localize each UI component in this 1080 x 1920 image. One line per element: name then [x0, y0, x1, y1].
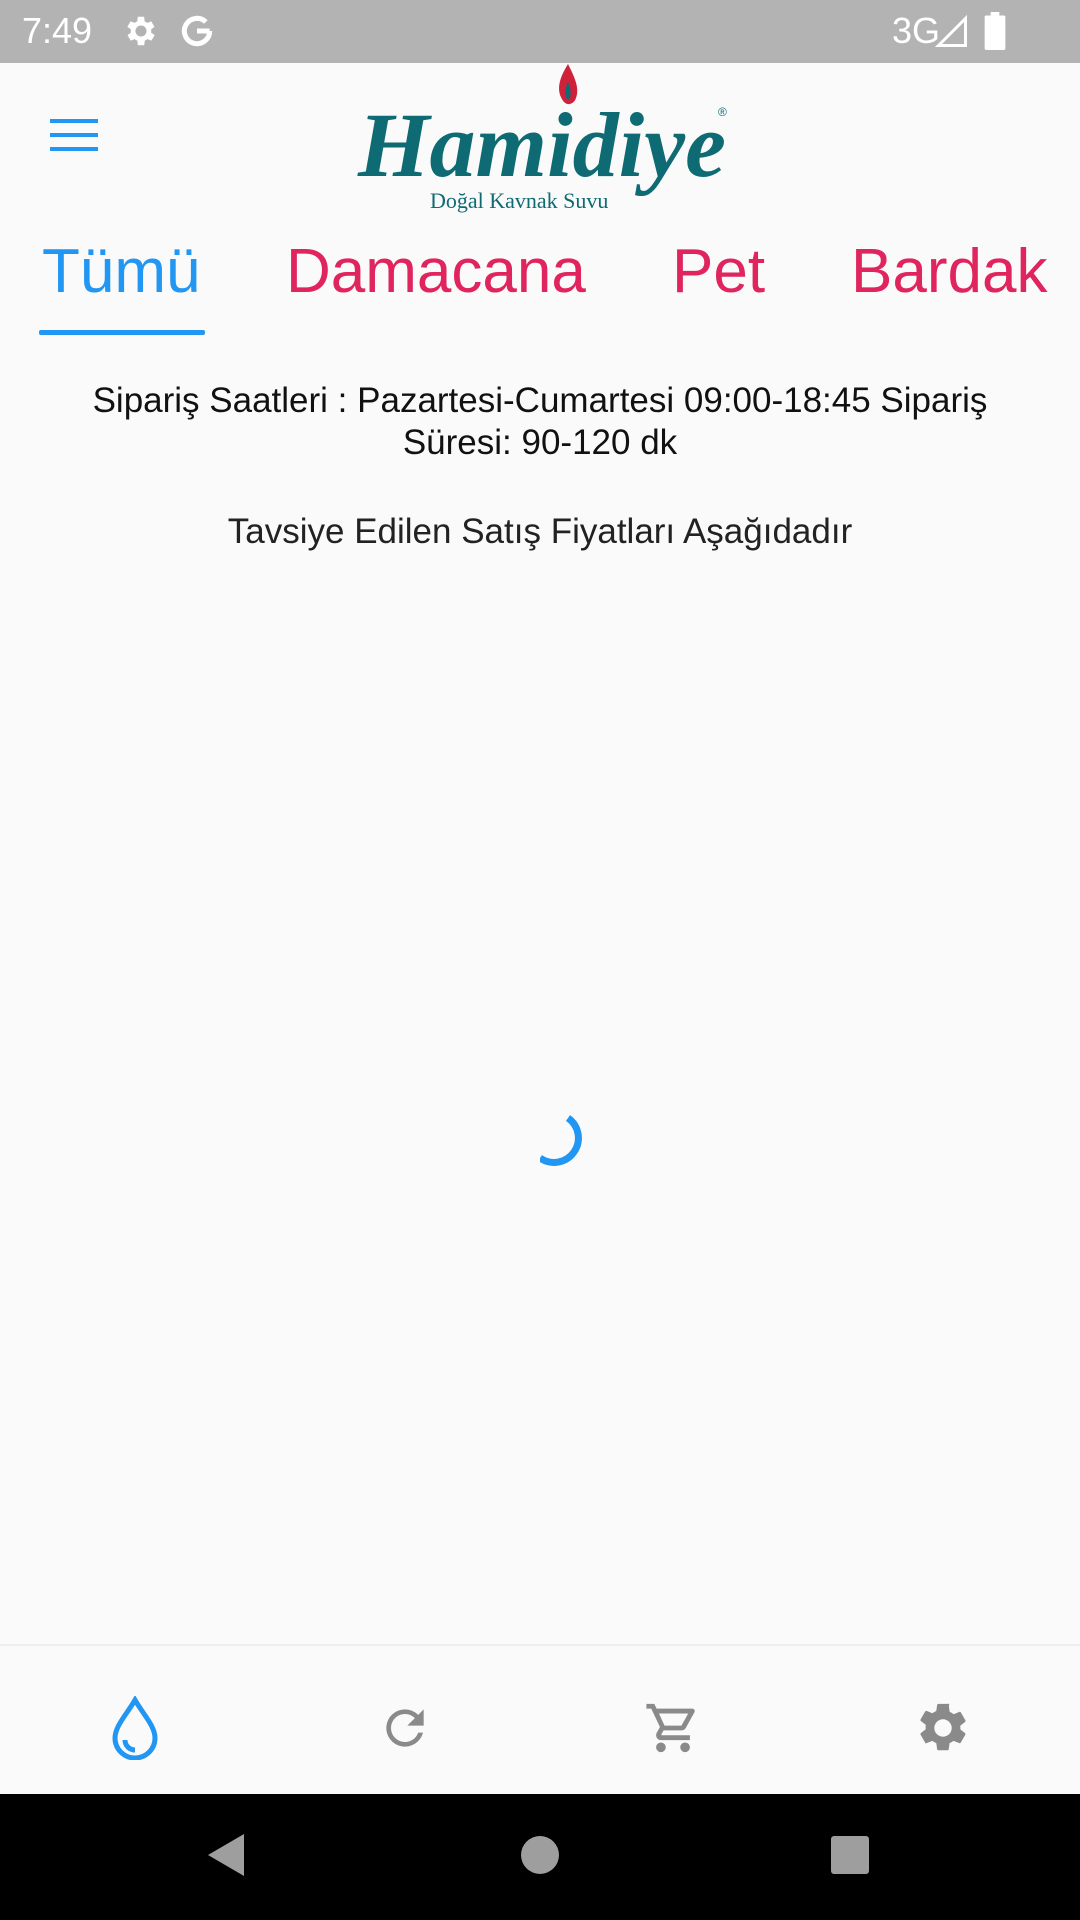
tab-pet[interactable]: Pet — [672, 222, 765, 338]
hamidiye-logo: Hamidiye ® Doğal Kavnak Suvu — [350, 58, 730, 218]
system-back-button[interactable] — [192, 1822, 262, 1892]
nav-products[interactable] — [95, 1690, 175, 1770]
settings-icon — [914, 1699, 972, 1762]
logo-brand: Hamidiye — [357, 94, 726, 196]
active-tab-indicator — [39, 330, 205, 335]
status-bar: 7:49 3G — [0, 0, 1080, 63]
network-type: 3G — [891, 10, 940, 51]
signal-icon — [934, 14, 970, 55]
bottom-navigation — [0, 1644, 1080, 1796]
tab-bardak[interactable]: Bardak — [851, 222, 1047, 338]
tab-tumu[interactable]: Tümü — [42, 222, 200, 338]
logo-tagline: Doğal Kavnak Suvu — [430, 188, 608, 213]
order-hours-text: Sipariş Saatleri : Pazartesi-Cumartesi 0… — [92, 381, 988, 462]
nav-reorder[interactable] — [365, 1690, 445, 1770]
google-icon — [178, 12, 216, 55]
settings-icon — [122, 12, 160, 55]
nav-settings[interactable] — [903, 1690, 983, 1770]
back-icon — [202, 1830, 252, 1885]
system-recents-button[interactable] — [815, 1822, 885, 1892]
status-time: 7:49 — [22, 10, 93, 51]
svg-text:®: ® — [718, 105, 727, 119]
recents-icon — [829, 1834, 871, 1881]
system-home-button[interactable] — [505, 1822, 575, 1892]
menu-button[interactable] — [36, 104, 112, 170]
hamburger-menu-icon — [48, 115, 100, 160]
tab-damacana[interactable]: Damacana — [286, 222, 586, 338]
refresh-icon — [377, 1700, 433, 1761]
cart-icon — [644, 1699, 702, 1762]
recommended-prices-text: Tavsiye Edilen Satış Fiyatları Aşağıdadı… — [227, 512, 853, 551]
loading-spinner — [537, 1096, 620, 1176]
category-tabs: Tümü Damacana Pet Bardak — [0, 222, 1080, 338]
system-navigation-bar — [0, 1794, 1080, 1920]
battery-icon — [984, 12, 1006, 55]
nav-cart[interactable] — [633, 1690, 713, 1770]
home-icon — [519, 1834, 561, 1881]
water-drop-icon — [107, 1694, 163, 1765]
app-screen: 7:49 3G Hamidiye ® Doğal Kavnak Suvu Tüm… — [0, 0, 1080, 1920]
